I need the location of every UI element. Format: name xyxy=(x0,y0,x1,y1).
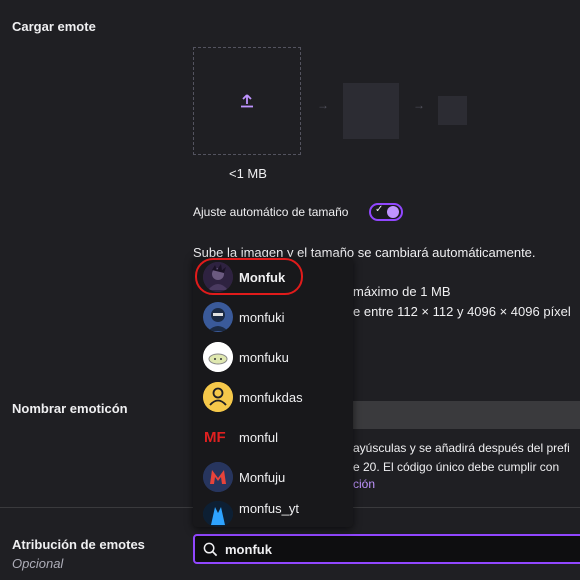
suggestion-label: Monfuju xyxy=(239,469,286,485)
emote-name-input[interactable] xyxy=(352,401,580,429)
suggestion-item[interactable]: monfuki xyxy=(193,297,353,337)
suggestion-label: Monfuk xyxy=(239,269,286,285)
m-logo-avatar-icon xyxy=(203,462,233,492)
optional-label: Opcional xyxy=(12,556,64,571)
suggestion-item[interactable]: monfukdas xyxy=(193,377,353,417)
default-user-avatar-icon xyxy=(203,382,233,412)
guidelines-link[interactable]: ción xyxy=(353,477,375,491)
max-size-text: máximo de 1 MB xyxy=(353,284,451,299)
dimensions-text: e entre 112 × 112 y 4096 × 4096 píxel xyxy=(353,304,571,319)
upload-section-title: Cargar emote xyxy=(12,19,96,34)
arrow-right-icon-2: → xyxy=(413,98,425,112)
auto-resize-toggle[interactable]: ✓ xyxy=(369,203,403,221)
dark-character-avatar-icon xyxy=(203,262,233,292)
auto-resize-label: Ajuste automático de tamaño xyxy=(193,205,349,219)
name-help-text-1: ayúsculas y se añadirá después del prefi xyxy=(353,441,570,455)
suggestion-label: monfus_yt xyxy=(239,501,299,516)
suggestion-label: monfuki xyxy=(239,309,285,325)
name-help-text-2: e 20. El código único debe cumplir con xyxy=(353,460,560,474)
blue-figure-avatar-icon xyxy=(203,501,233,527)
suggestion-item[interactable]: monfuku xyxy=(193,337,353,377)
arrow-right-icon: → xyxy=(317,98,329,112)
suggestion-item[interactable]: MF monful xyxy=(193,417,353,457)
channel-suggestions-dropdown: Monfuk monfuki monfuku monfukdas MF monf… xyxy=(193,257,353,527)
suggestion-item[interactable]: monfus_yt xyxy=(193,497,353,527)
suggestion-item[interactable]: Monfuk xyxy=(193,257,353,297)
toggle-knob xyxy=(387,206,399,218)
check-icon: ✓ xyxy=(375,204,384,215)
attribution-search-input[interactable]: monfuk xyxy=(193,534,580,564)
suggestion-label: monfukdas xyxy=(239,389,303,405)
suggestion-label: monfuku xyxy=(239,349,289,365)
upload-icon xyxy=(241,94,253,108)
search-value: monfuk xyxy=(225,541,272,557)
suggestion-item[interactable]: Monfuju xyxy=(193,457,353,497)
search-icon xyxy=(203,542,218,556)
suggestion-label: monful xyxy=(239,429,279,445)
white-cloud-avatar-icon xyxy=(203,342,233,372)
preview-large xyxy=(343,83,399,139)
name-section-title: Nombrar emoticón xyxy=(12,401,128,416)
attribution-section-title: Atribución de emotes xyxy=(12,537,145,552)
red-mf-logo-avatar-icon: MF xyxy=(203,422,233,452)
svg-text:MF: MF xyxy=(204,429,226,446)
blue-character-avatar-icon xyxy=(203,302,233,332)
preview-small xyxy=(438,96,467,125)
upload-dropzone[interactable] xyxy=(193,47,301,155)
size-limit-label: <1 MB xyxy=(229,166,267,181)
